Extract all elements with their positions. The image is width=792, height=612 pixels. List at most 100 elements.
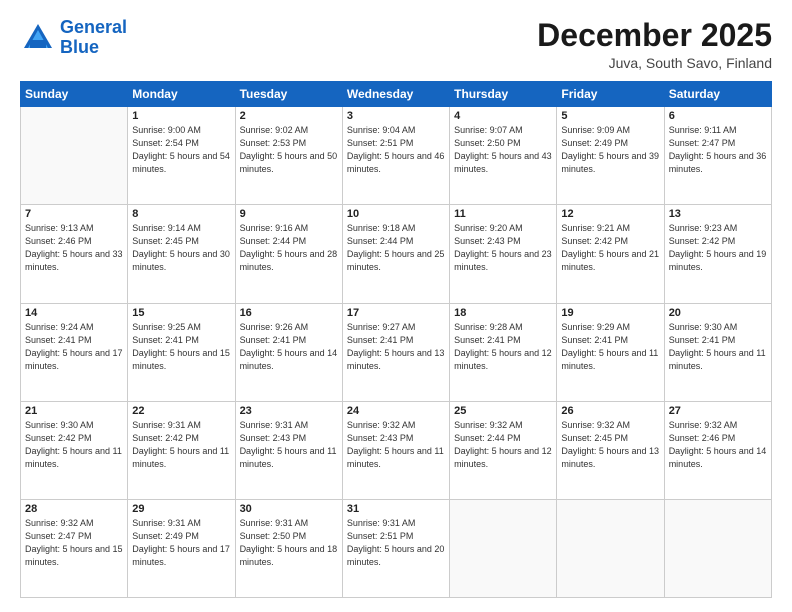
day-info: Sunrise: 9:25 AMSunset: 2:41 PMDaylight:… xyxy=(132,321,230,373)
calendar-cell: 23 Sunrise: 9:31 AMSunset: 2:43 PMDayligh… xyxy=(235,401,342,499)
calendar-cell: 11Sunrise: 9:20 AMSunset: 2:43 PMDayligh… xyxy=(450,205,557,303)
calendar-cell: 14 Sunrise: 9:24 AMSunset: 2:41 PMDayligh… xyxy=(21,303,128,401)
day-number: 14 xyxy=(25,307,123,319)
calendar-cell: 22Sunrise: 9:31 AMSunset: 2:42 PMDayligh… xyxy=(128,401,235,499)
calendar-cell: 6 Sunrise: 9:11 AMSunset: 2:47 PMDaylight… xyxy=(664,107,771,205)
day-number: 3 xyxy=(347,110,445,122)
calendar-cell: 13Sunrise: 9:23 AMSunset: 2:42 PMDayligh… xyxy=(664,205,771,303)
calendar-cell: 3 Sunrise: 9:04 AMSunset: 2:51 PMDaylight… xyxy=(342,107,449,205)
day-info: Sunrise: 9:31 AMSunset: 2:49 PMDaylight:… xyxy=(132,517,230,569)
calendar-cell xyxy=(557,499,664,597)
day-number: 9 xyxy=(240,208,338,220)
col-wednesday: Wednesday xyxy=(342,82,449,107)
col-saturday: Saturday xyxy=(664,82,771,107)
calendar-cell: 17Sunrise: 9:27 AMSunset: 2:41 PMDayligh… xyxy=(342,303,449,401)
logo-icon xyxy=(20,20,56,56)
calendar-week-3: 21Sunrise: 9:30 AMSunset: 2:42 PMDayligh… xyxy=(21,401,772,499)
calendar-cell: 31Sunrise: 9:31 AMSunset: 2:51 PMDayligh… xyxy=(342,499,449,597)
calendar-cell: 24Sunrise: 9:32 AMSunset: 2:43 PMDayligh… xyxy=(342,401,449,499)
calendar-cell: 29 Sunrise: 9:31 AMSunset: 2:49 PMDayligh… xyxy=(128,499,235,597)
calendar-week-1: 7Sunrise: 9:13 AMSunset: 2:46 PMDaylight… xyxy=(21,205,772,303)
day-info: Sunrise: 9:32 AMSunset: 2:47 PMDaylight:… xyxy=(25,517,123,569)
calendar-cell: 15 Sunrise: 9:25 AMSunset: 2:41 PMDayligh… xyxy=(128,303,235,401)
day-info: Sunrise: 9:24 AMSunset: 2:41 PMDaylight:… xyxy=(25,321,123,373)
logo: General Blue xyxy=(20,18,127,58)
logo-blue: Blue xyxy=(60,37,99,57)
calendar-cell: 10 Sunrise: 9:18 AMSunset: 2:44 PMDayligh… xyxy=(342,205,449,303)
calendar-cell: 18 Sunrise: 9:28 AMSunset: 2:41 PMDayligh… xyxy=(450,303,557,401)
day-number: 25 xyxy=(454,405,552,417)
calendar-week-0: 1 Sunrise: 9:00 AMSunset: 2:54 PMDaylight… xyxy=(21,107,772,205)
calendar-cell: 28 Sunrise: 9:32 AMSunset: 2:47 PMDayligh… xyxy=(21,499,128,597)
col-tuesday: Tuesday xyxy=(235,82,342,107)
day-number: 6 xyxy=(669,110,767,122)
day-number: 10 xyxy=(347,208,445,220)
calendar-cell: 1 Sunrise: 9:00 AMSunset: 2:54 PMDaylight… xyxy=(128,107,235,205)
title-block: December 2025 Juva, South Savo, Finland xyxy=(537,18,772,71)
day-info: Sunrise: 9:31 AMSunset: 2:51 PMDaylight:… xyxy=(347,517,445,569)
day-number: 21 xyxy=(25,405,123,417)
day-info: Sunrise: 9:04 AMSunset: 2:51 PMDaylight:… xyxy=(347,124,445,176)
day-number: 15 xyxy=(132,307,230,319)
day-info: Sunrise: 9:16 AMSunset: 2:44 PMDaylight:… xyxy=(240,222,338,274)
day-number: 30 xyxy=(240,503,338,515)
day-info: Sunrise: 9:00 AMSunset: 2:54 PMDaylight:… xyxy=(132,124,230,176)
day-info: Sunrise: 9:07 AMSunset: 2:50 PMDaylight:… xyxy=(454,124,552,176)
day-info: Sunrise: 9:30 AMSunset: 2:41 PMDaylight:… xyxy=(669,321,767,373)
day-number: 23 xyxy=(240,405,338,417)
calendar-cell: 19 Sunrise: 9:29 AMSunset: 2:41 PMDayligh… xyxy=(557,303,664,401)
calendar-cell: 26 Sunrise: 9:32 AMSunset: 2:45 PMDayligh… xyxy=(557,401,664,499)
day-info: Sunrise: 9:32 AMSunset: 2:45 PMDaylight:… xyxy=(561,419,659,471)
header: General Blue December 2025 Juva, South S… xyxy=(20,18,772,71)
calendar-cell: 12 Sunrise: 9:21 AMSunset: 2:42 PMDayligh… xyxy=(557,205,664,303)
day-info: Sunrise: 9:32 AMSunset: 2:43 PMDaylight:… xyxy=(347,419,445,471)
calendar-cell: 27 Sunrise: 9:32 AMSunset: 2:46 PMDayligh… xyxy=(664,401,771,499)
day-number: 26 xyxy=(561,405,659,417)
day-number: 18 xyxy=(454,307,552,319)
day-info: Sunrise: 9:26 AMSunset: 2:41 PMDaylight:… xyxy=(240,321,338,373)
day-number: 8 xyxy=(132,208,230,220)
day-number: 29 xyxy=(132,503,230,515)
day-number: 27 xyxy=(669,405,767,417)
day-number: 1 xyxy=(132,110,230,122)
calendar-cell: 21Sunrise: 9:30 AMSunset: 2:42 PMDayligh… xyxy=(21,401,128,499)
day-number: 4 xyxy=(454,110,552,122)
day-number: 2 xyxy=(240,110,338,122)
day-info: Sunrise: 9:11 AMSunset: 2:47 PMDaylight:… xyxy=(669,124,767,176)
day-info: Sunrise: 9:23 AMSunset: 2:42 PMDaylight:… xyxy=(669,222,767,274)
col-friday: Friday xyxy=(557,82,664,107)
day-info: Sunrise: 9:28 AMSunset: 2:41 PMDaylight:… xyxy=(454,321,552,373)
calendar-cell: 30Sunrise: 9:31 AMSunset: 2:50 PMDayligh… xyxy=(235,499,342,597)
col-thursday: Thursday xyxy=(450,82,557,107)
day-number: 19 xyxy=(561,307,659,319)
calendar-cell: 9 Sunrise: 9:16 AMSunset: 2:44 PMDaylight… xyxy=(235,205,342,303)
day-number: 28 xyxy=(25,503,123,515)
day-info: Sunrise: 9:29 AMSunset: 2:41 PMDaylight:… xyxy=(561,321,659,373)
day-number: 16 xyxy=(240,307,338,319)
day-info: Sunrise: 9:02 AMSunset: 2:53 PMDaylight:… xyxy=(240,124,338,176)
logo-general: General xyxy=(60,17,127,37)
day-info: Sunrise: 9:21 AMSunset: 2:42 PMDaylight:… xyxy=(561,222,659,274)
day-number: 7 xyxy=(25,208,123,220)
calendar-cell: 8 Sunrise: 9:14 AMSunset: 2:45 PMDaylight… xyxy=(128,205,235,303)
logo-text: General Blue xyxy=(60,18,127,58)
calendar-cell: 7Sunrise: 9:13 AMSunset: 2:46 PMDaylight… xyxy=(21,205,128,303)
day-info: Sunrise: 9:14 AMSunset: 2:45 PMDaylight:… xyxy=(132,222,230,274)
month-title: December 2025 xyxy=(537,18,772,53)
day-info: Sunrise: 9:31 AMSunset: 2:43 PMDaylight:… xyxy=(240,419,338,471)
day-number: 11 xyxy=(454,208,552,220)
calendar-cell: 25 Sunrise: 9:32 AMSunset: 2:44 PMDayligh… xyxy=(450,401,557,499)
calendar-cell xyxy=(664,499,771,597)
day-info: Sunrise: 9:32 AMSunset: 2:46 PMDaylight:… xyxy=(669,419,767,471)
calendar-cell: 5Sunrise: 9:09 AMSunset: 2:49 PMDaylight… xyxy=(557,107,664,205)
day-info: Sunrise: 9:32 AMSunset: 2:44 PMDaylight:… xyxy=(454,419,552,471)
calendar-header-row: Sunday Monday Tuesday Wednesday Thursday… xyxy=(21,82,772,107)
calendar-cell xyxy=(450,499,557,597)
page: General Blue December 2025 Juva, South S… xyxy=(0,0,792,612)
day-number: 12 xyxy=(561,208,659,220)
calendar-cell: 16 Sunrise: 9:26 AMSunset: 2:41 PMDayligh… xyxy=(235,303,342,401)
col-sunday: Sunday xyxy=(21,82,128,107)
calendar-table: Sunday Monday Tuesday Wednesday Thursday… xyxy=(20,81,772,598)
calendar-cell: 20Sunrise: 9:30 AMSunset: 2:41 PMDayligh… xyxy=(664,303,771,401)
day-info: Sunrise: 9:18 AMSunset: 2:44 PMDaylight:… xyxy=(347,222,445,274)
